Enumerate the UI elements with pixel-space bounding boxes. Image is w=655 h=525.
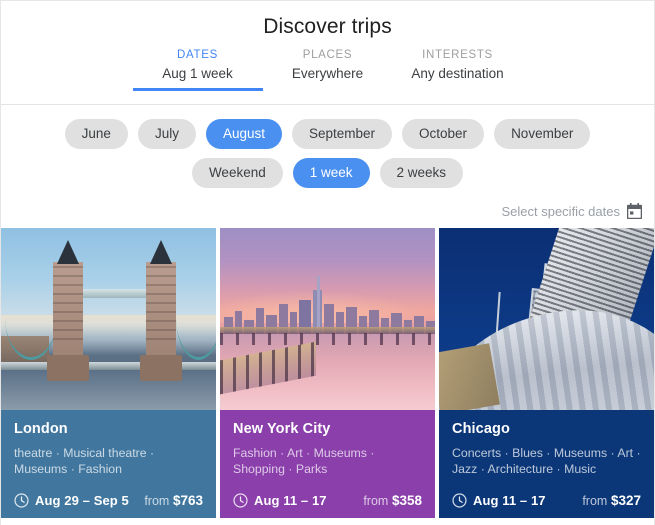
tab-dates-value: Aug 1 week — [162, 66, 233, 81]
card-footer-new-york-city: Aug 11 – 17 from $358 — [220, 493, 435, 518]
card-price-value-new-york-city: $358 — [391, 493, 422, 508]
tab-places-label: PLACES — [302, 49, 353, 61]
tab-places-value: Everywhere — [291, 66, 364, 81]
tab-dates-label: DATES — [177, 49, 218, 61]
duration-chip-2-weeks[interactable]: 2 weeks — [379, 158, 464, 188]
card-body-new-york-city: New York City Fashion · Art · Museums · … — [220, 410, 435, 493]
card-tags-new-york-city: Fashion · Art · Museums · Shopping · Par… — [233, 446, 375, 476]
discover-trips-panel: Discover trips DATES Aug 1 week PLACES E… — [0, 0, 655, 525]
tab-active-indicator — [132, 88, 263, 91]
card-price-from-label-london: from — [144, 494, 170, 508]
select-specific-dates-label: Select specific dates — [501, 203, 620, 219]
month-chip-september[interactable]: September — [291, 119, 393, 149]
destination-card-new-york-city[interactable]: New York City Fashion · Art · Museums · … — [220, 228, 435, 518]
card-dates-chicago: Aug 11 – 17 — [473, 493, 546, 508]
card-tags-chicago: Concerts · Blues · Museums · Art · Jazz … — [452, 446, 641, 476]
clock-icon — [233, 493, 248, 508]
destination-card-london[interactable]: London theatre · Musical theatre · Museu… — [1, 228, 216, 518]
tower-bridge-photo — [1, 228, 216, 410]
card-tags-london: theatre · Musical theatre · Museums · Fa… — [14, 446, 155, 476]
card-price-london: from $763 — [144, 493, 203, 508]
tab-interests-value: Any destination — [411, 66, 504, 81]
month-chip-october[interactable]: October — [402, 119, 485, 149]
select-specific-dates-link[interactable]: Select specific dates — [1, 197, 654, 228]
month-chip-november[interactable]: November — [494, 119, 591, 149]
card-body-chicago: Chicago Concerts · Blues · Museums · Art… — [439, 410, 654, 493]
tab-places[interactable]: PLACES Everywhere — [263, 49, 393, 90]
card-price-from-label-new-york-city: from — [363, 494, 389, 508]
calendar-icon[interactable] — [627, 203, 642, 219]
destination-card-list: London theatre · Musical theatre · Museu… — [1, 228, 654, 518]
destination-card-chicago[interactable]: Chicago Concerts · Blues · Museums · Art… — [439, 228, 654, 518]
tab-interests[interactable]: INTERESTS Any destination — [393, 49, 523, 90]
card-footer-london: Aug 29 – Sep 5 from $763 — [1, 493, 216, 518]
month-chip-row: June July August September October Novem… — [1, 119, 654, 149]
card-price-chicago: from $327 — [582, 493, 641, 508]
month-chip-august[interactable]: August — [205, 119, 282, 149]
card-body-london: London theatre · Musical theatre · Museu… — [1, 410, 216, 493]
card-city-new-york-city: New York City — [233, 421, 331, 437]
card-footer-chicago: Aug 11 – 17 from $327 — [439, 493, 654, 518]
card-dates-london: Aug 29 – Sep 5 — [35, 493, 129, 508]
manhattan-skyline-photo — [220, 228, 435, 410]
tab-interests-label: INTERESTS — [422, 49, 493, 61]
card-city-london: London — [14, 421, 68, 437]
tab-dates[interactable]: DATES Aug 1 week — [132, 49, 263, 91]
duration-chip-weekend[interactable]: Weekend — [191, 158, 283, 188]
card-city-chicago: Chicago — [452, 421, 510, 437]
month-chip-july[interactable]: July — [137, 119, 196, 149]
card-price-value-london: $763 — [172, 493, 203, 508]
card-price-new-york-city: from $358 — [363, 493, 422, 508]
month-chip-june[interactable]: June — [64, 119, 128, 149]
panel-header: Discover trips DATES Aug 1 week PLACES E… — [1, 1, 654, 105]
duration-chip-row: Weekend 1 week 2 weeks — [1, 158, 654, 188]
filter-section: June July August September October Novem… — [1, 105, 654, 228]
clock-icon — [452, 493, 467, 508]
card-dates-new-york-city: Aug 11 – 17 — [254, 493, 327, 508]
card-price-from-label-chicago: from — [582, 494, 608, 508]
clock-icon — [14, 493, 29, 508]
duration-chip-1-week[interactable]: 1 week — [292, 158, 370, 188]
tab-bar: DATES Aug 1 week PLACES Everywhere INTER… — [1, 49, 654, 91]
chicago-architecture-photo — [439, 228, 654, 410]
page-title: Discover trips — [263, 15, 392, 38]
card-price-value-chicago: $327 — [610, 493, 641, 508]
